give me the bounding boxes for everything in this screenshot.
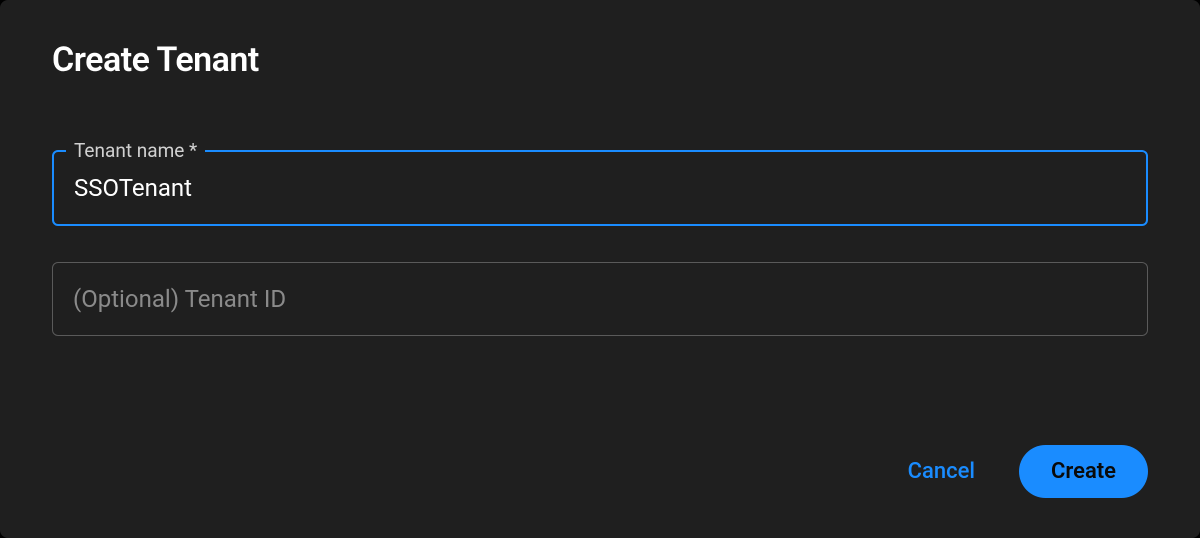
dialog-actions: Cancel Create [900, 445, 1148, 498]
cancel-button[interactable]: Cancel [900, 449, 983, 494]
tenant-id-input[interactable] [52, 262, 1148, 336]
create-tenant-dialog: Create Tenant Tenant name * Cancel Creat… [0, 0, 1200, 538]
tenant-name-input[interactable] [52, 150, 1148, 226]
tenant-name-label: Tenant name * [66, 139, 205, 162]
tenant-id-field-group [52, 262, 1148, 336]
tenant-name-field-group: Tenant name * [52, 150, 1148, 226]
create-button[interactable]: Create [1019, 445, 1148, 498]
dialog-title: Create Tenant [52, 40, 1148, 80]
form-fields: Tenant name * [52, 150, 1148, 336]
